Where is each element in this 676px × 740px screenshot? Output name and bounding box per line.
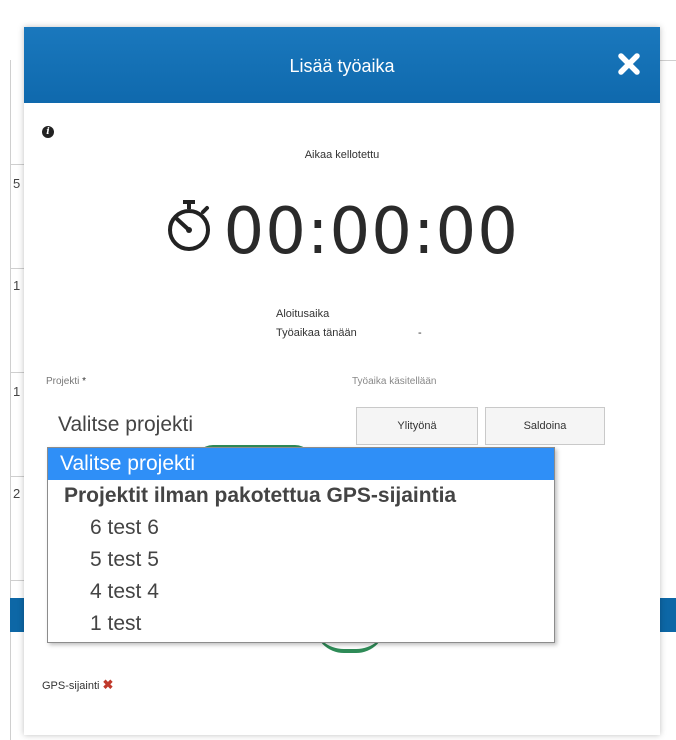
gps-location: GPS-sijainti ✖	[42, 677, 113, 693]
project-dropdown-list: Valitse projekti Projektit ilman pakotet…	[47, 447, 555, 643]
modal-header: Lisää työaika	[24, 27, 660, 103]
stopwatch-icon	[168, 200, 211, 251]
background-blue-bar	[660, 598, 676, 632]
background-row-divider	[10, 580, 24, 581]
close-icon	[618, 53, 640, 75]
gps-error-icon: ✖	[102, 677, 114, 692]
dropdown-option[interactable]: 4 test 4	[48, 576, 554, 608]
modal-title: Lisää työaika	[289, 56, 395, 76]
background-row-divider	[660, 60, 676, 61]
project-select[interactable]: Valitse projekti	[46, 401, 354, 449]
dropdown-option[interactable]: 1 test	[48, 608, 554, 640]
work-time-handling-label: Työaika käsitellään	[352, 376, 437, 387]
dropdown-group-label: Projektit ilman pakotettua GPS-sijaintia	[64, 484, 457, 507]
close-button[interactable]	[614, 49, 644, 79]
required-mark: *	[82, 376, 87, 387]
timer-label: Aikaa kellotettu	[304, 149, 380, 161]
background-row-divider	[10, 164, 24, 165]
info-icon[interactable]: i	[42, 126, 54, 138]
dropdown-option-selected[interactable]: Valitse projekti	[48, 448, 554, 480]
background-row-divider	[10, 372, 24, 373]
background-table-column	[10, 60, 25, 740]
balance-button[interactable]: Saldoina	[485, 407, 605, 445]
background-blue-bar	[10, 598, 24, 632]
elapsed-time: 00:00:00	[223, 195, 519, 269]
background-row-number: 1	[13, 384, 21, 399]
background-row-divider	[10, 476, 24, 477]
dropdown-option[interactable]: 5 test 5	[48, 544, 554, 576]
timer-display: 00:00:00	[24, 195, 660, 271]
background-row-number: 1	[13, 278, 21, 293]
today-work-time-value: -	[418, 327, 422, 339]
start-time-label: Aloitusaika	[276, 308, 330, 320]
dropdown-option[interactable]: 6 test 6	[48, 512, 554, 544]
project-label-text: Projekti	[46, 376, 80, 387]
project-label: Projekti *	[46, 376, 86, 387]
background-row-number: 2	[13, 486, 21, 501]
today-work-time-label: Työaikaa tänään	[276, 327, 357, 339]
gps-label: GPS-sijainti	[42, 680, 100, 692]
background-row-number: 5	[13, 176, 21, 191]
background-row-divider	[10, 268, 24, 269]
add-work-time-modal: Lisää työaika i Aikaa kellotettu 00:00:0…	[24, 27, 660, 735]
overtime-button[interactable]: Ylityönä	[356, 407, 478, 445]
